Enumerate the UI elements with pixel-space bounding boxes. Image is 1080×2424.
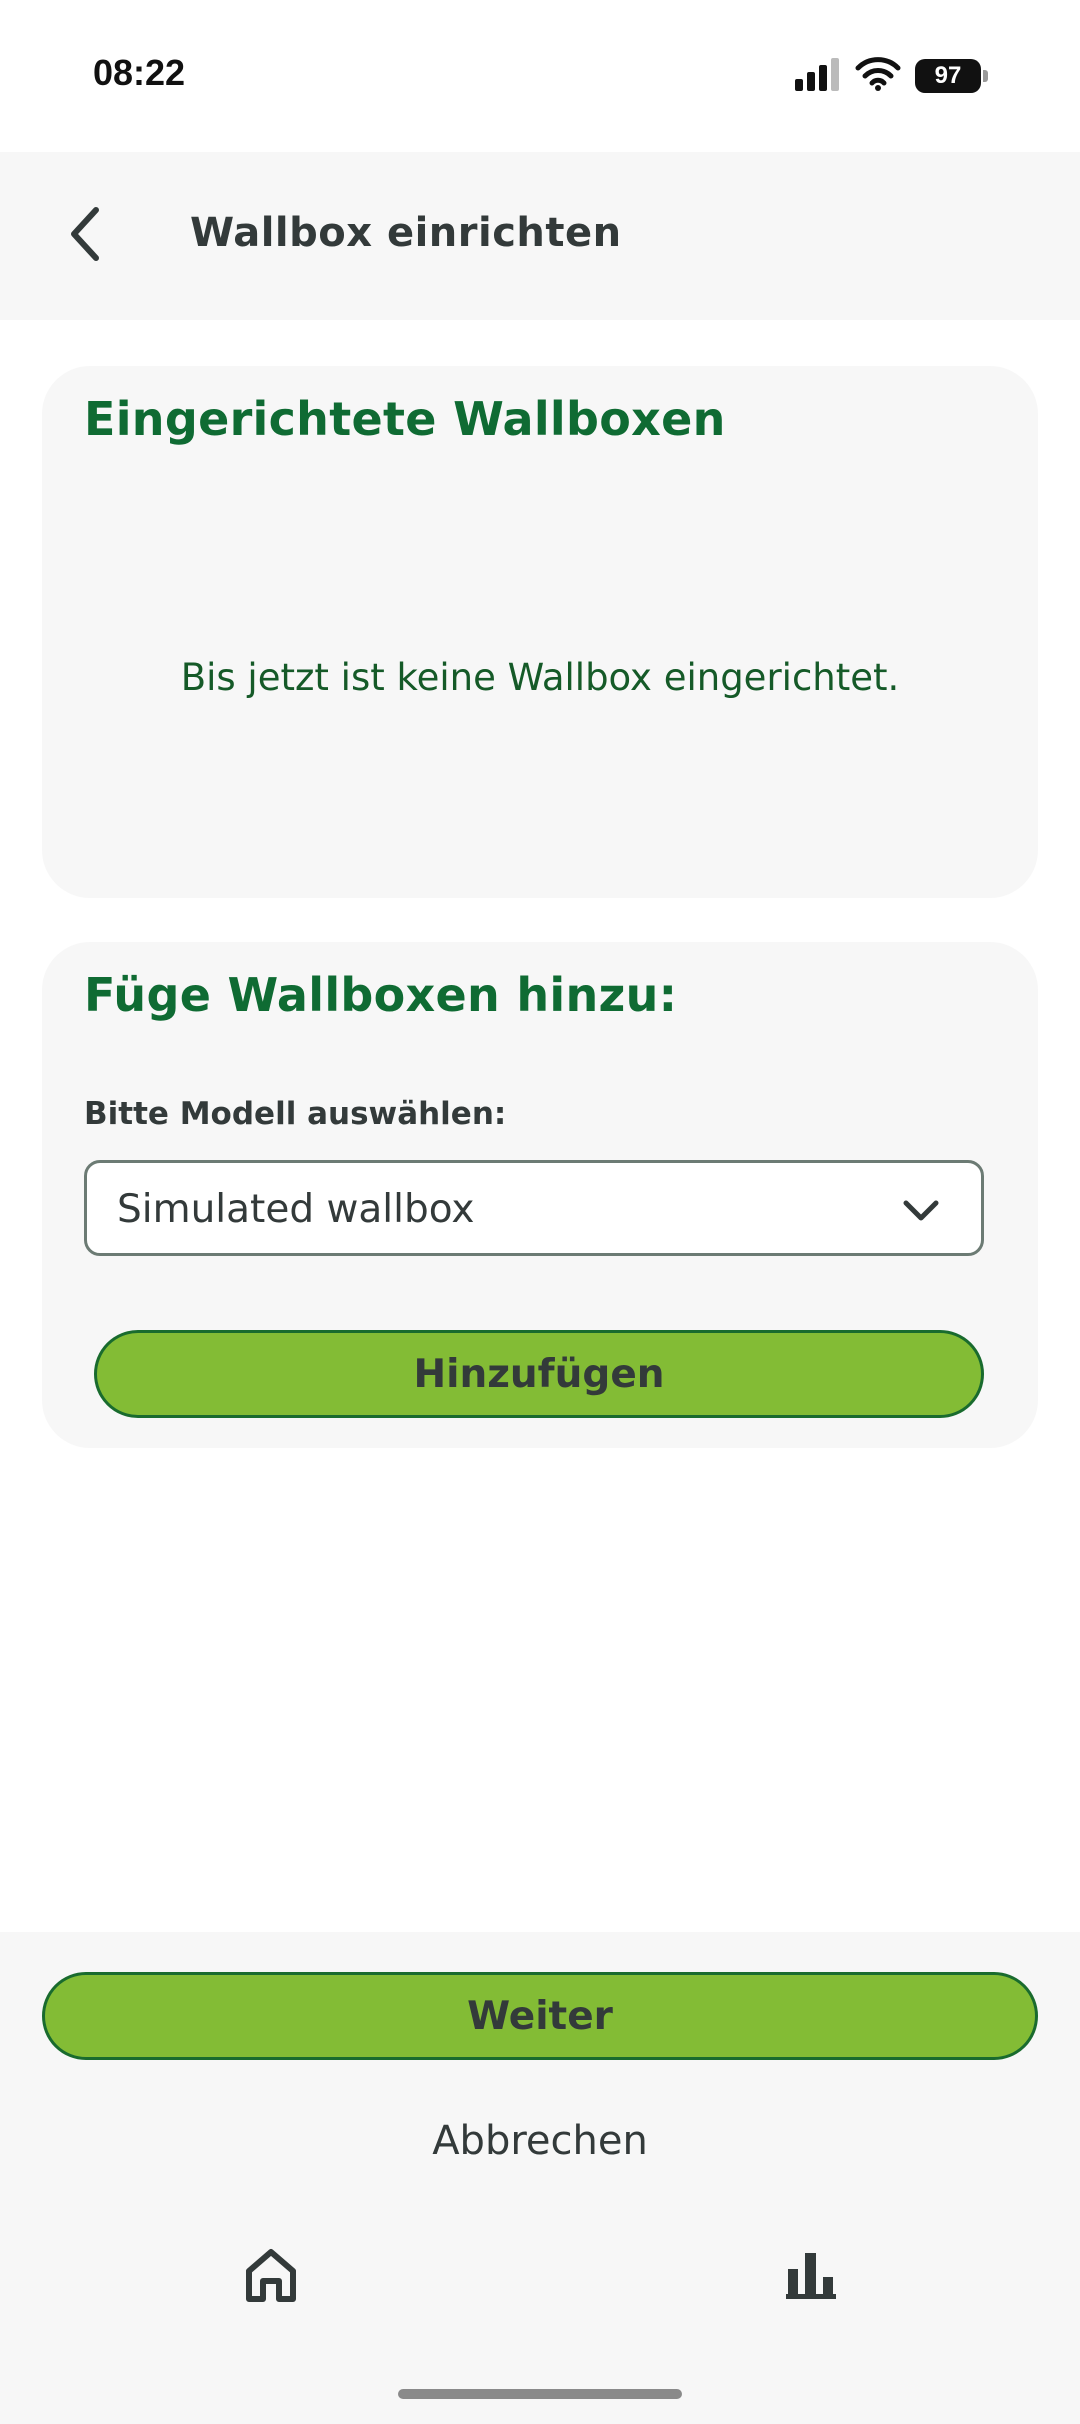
model-select-value: Simulated wallbox: [117, 1187, 475, 1232]
continue-button[interactable]: Weiter: [42, 1972, 1038, 2060]
tab-home[interactable]: [236, 2242, 306, 2312]
battery-tip: [983, 70, 988, 82]
back-button[interactable]: [50, 200, 122, 272]
add-wallbox-title: Füge Wallboxen hinzu:: [84, 968, 678, 1022]
wifi-icon: [855, 57, 901, 95]
bottom-panel: Weiter Abbrechen: [0, 1932, 1080, 2424]
installed-wallboxes-card: Eingerichtete Wallboxen Bis jetzt ist ke…: [42, 366, 1038, 898]
chevron-down-icon: [901, 1193, 941, 1229]
empty-state-message: Bis jetzt ist keine Wallbox eingerichtet…: [180, 656, 900, 699]
model-select-label: Bitte Modell auswählen:: [84, 1096, 507, 1132]
add-wallbox-card: Füge Wallboxen hinzu: Bitte Modell auswä…: [42, 942, 1038, 1448]
status-icons: 97: [795, 56, 988, 96]
app-header: Wallbox einrichten: [0, 152, 1080, 320]
tab-statistics[interactable]: [776, 2242, 846, 2312]
status-time: 08:22: [93, 52, 186, 93]
bar-chart-icon: [786, 2251, 836, 2303]
signal-icon: [795, 57, 841, 95]
tab-bar: [0, 2212, 1080, 2358]
page-title: Wallbox einrichten: [190, 210, 622, 256]
installed-wallboxes-title: Eingerichtete Wallboxen: [84, 392, 726, 446]
status-bar: 08:22 97: [0, 0, 1080, 152]
chevron-left-icon: [66, 206, 106, 266]
add-wallbox-button[interactable]: Hinzufügen: [94, 1330, 984, 1418]
battery-icon: 97: [915, 59, 981, 93]
cancel-button[interactable]: Abbrechen: [0, 2118, 1080, 2164]
home-indicator: [398, 2389, 682, 2399]
model-select[interactable]: Simulated wallbox: [84, 1160, 984, 1256]
home-icon: [244, 2247, 298, 2307]
